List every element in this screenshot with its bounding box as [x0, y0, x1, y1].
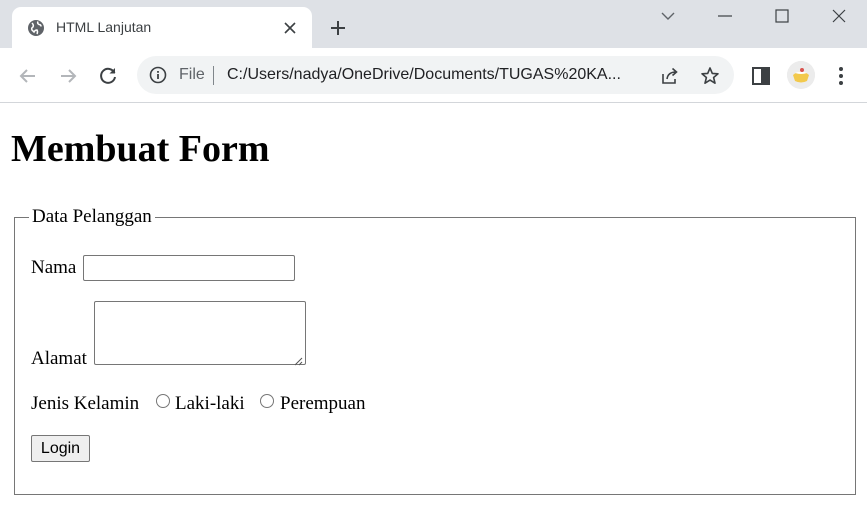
globe-icon	[27, 19, 45, 37]
page-title: Membuat Form	[11, 128, 270, 170]
scheme-label: File	[179, 66, 205, 83]
close-icon[interactable]	[283, 21, 297, 35]
reload-icon[interactable]	[96, 64, 120, 88]
radio-laki-laki[interactable]	[156, 394, 170, 408]
resize-grip-icon[interactable]	[294, 353, 303, 366]
maximize-icon[interactable]	[772, 6, 792, 26]
tab-strip: HTML Lanjutan	[0, 0, 867, 48]
radio-perempuan[interactable]	[260, 394, 274, 408]
star-icon[interactable]	[700, 66, 720, 86]
minimize-icon[interactable]	[715, 6, 735, 26]
divider	[213, 66, 214, 85]
tab-html-lanjutan[interactable]: HTML Lanjutan	[12, 7, 312, 48]
chevron-down-icon[interactable]	[658, 6, 678, 26]
alamat-textarea[interactable]	[94, 301, 306, 366]
share-icon[interactable]	[660, 66, 680, 86]
page-content: Membuat Form Data Pelanggan Nama Alamat …	[0, 104, 867, 515]
address-bar[interactable]: File C:/Users/nadya/OneDrive/Documents/T…	[137, 56, 734, 94]
plus-icon[interactable]	[328, 18, 348, 38]
avatar[interactable]	[787, 61, 815, 89]
forward-arrow-icon[interactable]	[56, 64, 80, 88]
info-icon[interactable]	[149, 66, 167, 84]
gender-label: Jenis Kelamin	[31, 393, 140, 414]
browser-toolbar: File C:/Users/nadya/OneDrive/Documents/T…	[0, 48, 867, 103]
radio-label-perempuan: Perempuan	[280, 393, 366, 414]
radio-label-laki-laki: Laki-laki	[175, 393, 245, 414]
close-icon[interactable]	[829, 6, 849, 26]
side-panel-icon[interactable]	[750, 65, 772, 87]
tab-title: HTML Lanjutan	[56, 19, 152, 35]
kebab-menu-icon[interactable]	[830, 65, 852, 87]
login-button[interactable]: Login	[31, 435, 90, 462]
fieldset-legend: Data Pelanggan	[32, 206, 152, 227]
alamat-label: Alamat	[31, 348, 87, 369]
back-arrow-icon[interactable]	[16, 64, 40, 88]
nama-input[interactable]	[83, 255, 295, 281]
url-text[interactable]: C:/Users/nadya/OneDrive/Documents/TUGAS%…	[227, 66, 647, 84]
nama-label: Nama	[31, 257, 77, 278]
